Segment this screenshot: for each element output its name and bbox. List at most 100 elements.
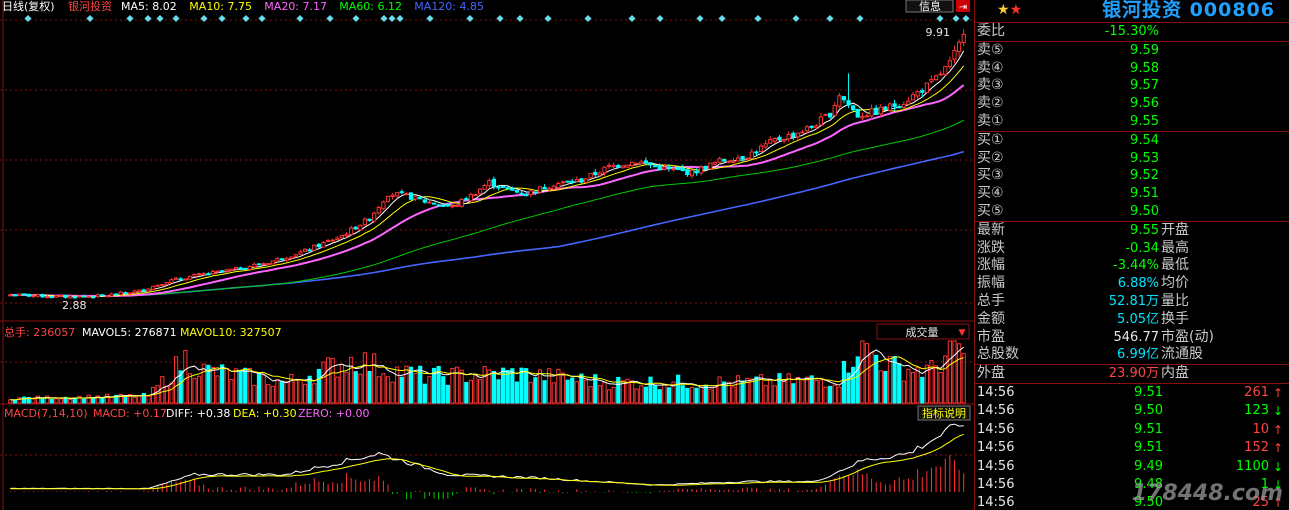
candle bbox=[376, 206, 381, 214]
candle bbox=[482, 185, 487, 190]
ma-legend-item: MA10: 7.75 bbox=[189, 0, 252, 13]
tick-price: 9.49 bbox=[1134, 458, 1163, 474]
candle bbox=[468, 193, 473, 202]
candle bbox=[869, 108, 874, 117]
volume-bar bbox=[883, 370, 888, 404]
watermark: 178448.com bbox=[1131, 481, 1283, 506]
candle bbox=[597, 172, 602, 176]
candle bbox=[12, 294, 18, 297]
volume-bar bbox=[643, 386, 649, 404]
volume-bar bbox=[703, 384, 708, 404]
candle bbox=[22, 293, 27, 296]
candle bbox=[689, 169, 695, 177]
tick-time: 14:56 bbox=[977, 476, 1015, 492]
candle bbox=[63, 294, 68, 298]
volume-bar bbox=[12, 399, 18, 404]
volume-bar bbox=[496, 379, 501, 404]
candle bbox=[565, 180, 570, 183]
candle bbox=[602, 166, 607, 174]
candle bbox=[588, 172, 593, 179]
candle bbox=[422, 199, 427, 203]
candle bbox=[740, 156, 745, 160]
candle bbox=[206, 273, 211, 276]
star-icon[interactable]: ★★ bbox=[997, 0, 1022, 20]
candle bbox=[818, 116, 824, 126]
candle bbox=[731, 160, 736, 163]
volume-bar bbox=[809, 375, 814, 404]
ma-legend-item: MA20: 7.17 bbox=[264, 0, 327, 13]
candle bbox=[339, 235, 345, 239]
candle bbox=[510, 188, 515, 191]
candle bbox=[289, 256, 294, 259]
candle bbox=[477, 188, 483, 195]
stat-row-label2: 最低 bbox=[1161, 257, 1189, 274]
candle bbox=[49, 296, 54, 299]
candle bbox=[77, 295, 82, 298]
candle bbox=[215, 270, 220, 273]
kline-chart[interactable]: 日线(复权) 银河投资 MA5: 8.02 MA10: 7.75 MA20: 7.1… bbox=[0, 0, 974, 510]
tick-row: 14:56 9.51 261 ↑ bbox=[975, 384, 1289, 402]
candle bbox=[616, 164, 621, 168]
candle bbox=[307, 249, 312, 252]
tick-volume: 1100 bbox=[1235, 458, 1269, 474]
sell-order-row-label: 卖② bbox=[977, 95, 1004, 112]
candle bbox=[224, 269, 229, 272]
buy-order-row: 买① 9.54 bbox=[975, 132, 1289, 150]
ma-legend: MA5: 8.02 MA10: 7.75 MA20: 7.17 MA60: 6.12 M… bbox=[121, 0, 484, 13]
candle bbox=[933, 75, 939, 81]
volume-bar bbox=[399, 376, 404, 404]
arrow-up-icon: ↑ bbox=[1272, 385, 1284, 400]
stat-row-label2: 最高 bbox=[1161, 239, 1189, 256]
candle bbox=[694, 170, 699, 174]
stat-row-label: 涨跌 bbox=[977, 239, 1005, 256]
tick-time: 14:56 bbox=[977, 421, 1015, 437]
candle bbox=[671, 168, 676, 171]
sell-order-row: 卖② 9.56 bbox=[975, 95, 1289, 113]
candle bbox=[874, 107, 879, 115]
candle bbox=[404, 192, 409, 195]
candle bbox=[150, 285, 156, 290]
tick-volume: 123 bbox=[1244, 403, 1269, 419]
candle bbox=[749, 151, 754, 159]
volume-bar bbox=[316, 368, 322, 404]
candle bbox=[95, 294, 100, 298]
candle bbox=[197, 273, 202, 276]
candle bbox=[141, 289, 146, 292]
volume-bar bbox=[491, 371, 497, 404]
mavol10: MAVOL10: 327507 bbox=[180, 326, 282, 339]
volume-bar bbox=[445, 384, 450, 404]
candle bbox=[634, 162, 639, 165]
candle bbox=[883, 106, 888, 110]
volume-bar bbox=[40, 398, 45, 404]
tick-price: 9.50 bbox=[1134, 403, 1163, 419]
candle bbox=[629, 161, 635, 167]
stat-row-price: 546.77 bbox=[1113, 329, 1160, 345]
candle bbox=[938, 73, 943, 76]
volume-total: 总手: 236057 bbox=[4, 325, 75, 339]
volume-bar bbox=[892, 355, 897, 404]
quote-stats: 最新 9.55 开盘 涨跌 -0.34 最高 涨幅 -3.44% 最低 振幅 6.88% 均价 总手 52… bbox=[975, 222, 1289, 384]
volume-bar bbox=[777, 373, 782, 404]
candle bbox=[524, 194, 529, 197]
candle bbox=[45, 296, 50, 299]
sell-order-row: 卖⑤ 9.59 bbox=[975, 42, 1289, 60]
volume-bar bbox=[418, 365, 423, 404]
candle bbox=[408, 192, 414, 200]
volume-bar bbox=[791, 383, 796, 404]
buy-order-row: 买② 9.53 bbox=[975, 150, 1289, 168]
high-price-label: 9.91 bbox=[926, 26, 951, 39]
candle bbox=[639, 161, 644, 165]
panel-title: 银河投资 000806 bbox=[1102, 0, 1275, 21]
candle bbox=[169, 279, 174, 284]
quote-panel: ★★ 银河投资 000806 委比 -15.30% 卖⑤ 9.59 卖④ 9.58 卖③… bbox=[974, 0, 1289, 510]
volume-bar bbox=[422, 383, 427, 404]
tick-time: 14:56 bbox=[977, 384, 1015, 400]
buy-order-row: 买③ 9.52 bbox=[975, 167, 1289, 185]
candle bbox=[528, 190, 533, 196]
candle bbox=[620, 165, 625, 169]
candle bbox=[717, 158, 722, 163]
candle bbox=[279, 258, 285, 261]
stat-row: 市盈 546.77 市盈(动) bbox=[975, 329, 1289, 347]
candle bbox=[514, 190, 520, 193]
candle bbox=[464, 198, 469, 201]
